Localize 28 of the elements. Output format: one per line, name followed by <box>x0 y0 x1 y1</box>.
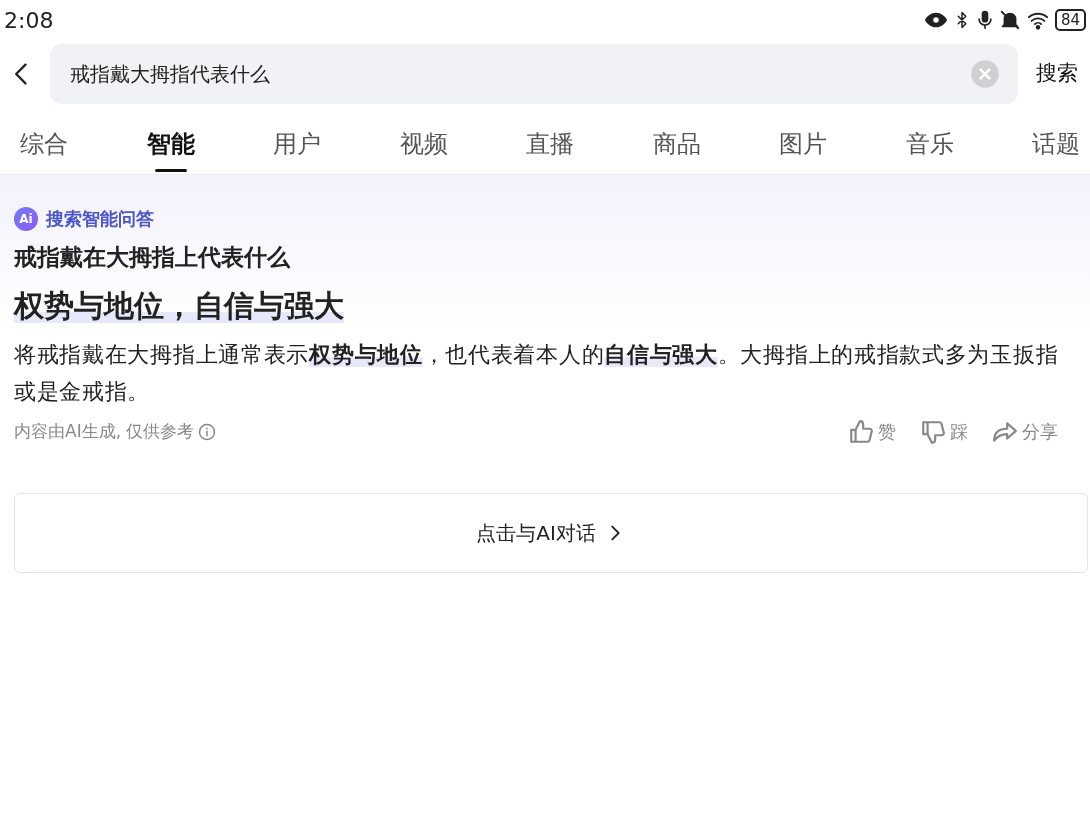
chat-button[interactable]: 点击与AI对话 <box>14 493 1088 574</box>
tab[interactable]: 视频 <box>399 120 448 174</box>
answer-text: 将戒指戴在大拇指上通常表示权势与地位，也代表着本人的自信与强大。大拇指上的戒指款式多为玉扳指或是金戒指。 <box>14 340 1060 406</box>
share-button[interactable]: 分享 <box>992 418 1058 446</box>
tab[interactable]: 直播 <box>526 120 574 174</box>
answer-headline: 权势与地位，自信与强大 <box>14 287 344 323</box>
tab[interactable]: 话题 <box>1032 120 1080 174</box>
info-icon <box>198 422 217 441</box>
search-field[interactable]: 戒指戴大拇指代表什么 <box>68 58 970 90</box>
thumbs-up-icon <box>848 418 874 445</box>
like-button[interactable]: 赞 <box>848 418 896 446</box>
section-label: 搜索智能问答 <box>46 207 154 231</box>
tab[interactable]: 图片 <box>779 120 827 174</box>
search-bar[interactable]: 戒指戴大拇指代表什么 <box>50 44 1018 104</box>
clock-time: 2:08 <box>4 6 54 35</box>
tab[interactable]: 用户 <box>273 120 321 174</box>
battery-indicator: 84 <box>1054 9 1086 31</box>
tab[interactable]: 智能 <box>146 120 195 174</box>
question-title: 戒指戴在大拇指上代表什么 <box>14 243 291 272</box>
disclaimer-text: 内容由AI生成, 仅供参考 <box>14 420 195 444</box>
tab[interactable]: 综合 <box>20 120 68 174</box>
dislike-button[interactable]: 踩 <box>920 418 968 446</box>
tab[interactable]: 商品 <box>652 120 701 174</box>
ai-logo: Ai <box>14 206 38 231</box>
thumbs-down-icon <box>920 418 946 445</box>
tab[interactable]: 音乐 <box>905 120 954 174</box>
muted-bell-icon <box>998 9 1021 31</box>
search-button[interactable]: 搜索 <box>1018 58 1082 90</box>
